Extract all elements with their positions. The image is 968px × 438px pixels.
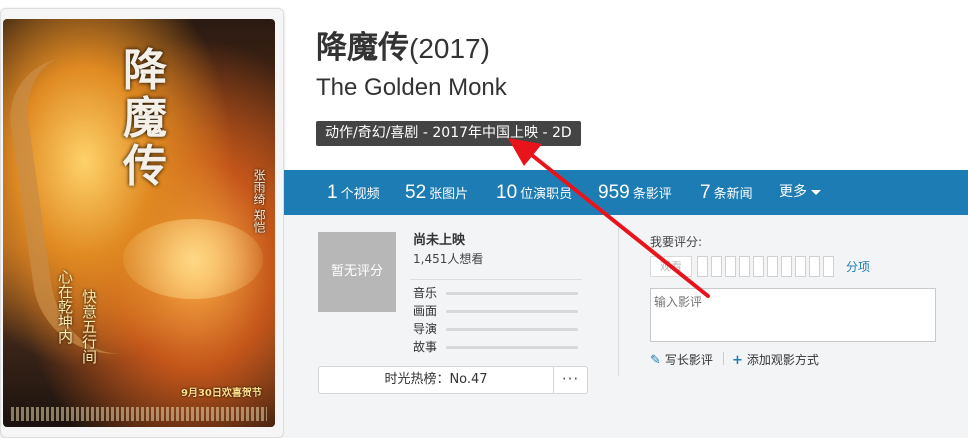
rating-star-2[interactable] (711, 256, 722, 277)
dimension-label: 画面 (413, 304, 438, 318)
add-watch-method-link[interactable]: + 添加观影方式 (732, 351, 819, 368)
write-long-review-link[interactable]: ✎ 写长影评 (650, 351, 713, 368)
action-separator (723, 352, 724, 365)
title-chinese: 降魔传 (316, 30, 409, 66)
info-navbar: 1 个视频 52 张图片 10 位演职员 959 条影评 7 条新闻 更多 (284, 170, 968, 215)
nav-cast[interactable]: 10 位演职员 (496, 170, 572, 215)
nav-photos-count: 52 (405, 182, 427, 203)
rating-score-input[interactable]: 观看 (650, 256, 692, 277)
nav-photos-label: 张图片 (429, 187, 469, 202)
nav-videos[interactable]: 1 个视频 (327, 170, 380, 215)
dimension-bar (446, 292, 578, 295)
nav-cast-count: 10 (496, 182, 518, 203)
release-status: 尚未上映 (413, 233, 466, 248)
vertical-divider (618, 228, 619, 376)
dimension-row-story: 故事 (413, 339, 581, 355)
nav-videos-count: 1 (327, 182, 338, 203)
hot-rank-button[interactable]: 时光热榜：No.47 (318, 366, 554, 394)
title-english: The Golden Monk (316, 74, 507, 101)
nav-cast-label: 位演职员 (520, 187, 573, 202)
add-watch-method-label: 添加观影方式 (746, 353, 819, 367)
rating-star-9[interactable] (809, 256, 820, 277)
plus-icon: + (732, 353, 743, 368)
nav-news[interactable]: 7 条新闻 (700, 170, 753, 215)
dimension-bar (446, 328, 578, 331)
dimension-label: 音乐 (413, 286, 438, 300)
nav-news-label: 条新闻 (713, 187, 753, 202)
nav-reviews-count: 959 (598, 182, 630, 203)
nav-more-label: 更多 (779, 184, 807, 200)
title-year: (2017) (409, 33, 490, 64)
dimension-label: 故事 (413, 340, 438, 354)
poster-credits (11, 407, 267, 421)
nav-videos-label: 个视频 (340, 187, 380, 202)
dimension-label: 导演 (413, 322, 438, 336)
genre-badge: 动作/奇幻/喜剧 - 2017年中国上映 - 2D (316, 121, 581, 146)
poster-title: 降魔传 (123, 45, 167, 192)
rating-star-8[interactable] (795, 256, 806, 277)
poster-cast: 张雨绮 郑恺 (252, 169, 266, 233)
divider (410, 279, 582, 280)
want-to-see-count: 1,451人想看 (413, 252, 484, 266)
rating-star-3[interactable] (725, 256, 736, 277)
poster-slogan-b: 快意五行间 (80, 289, 98, 364)
dimension-row-visuals: 画面 (413, 303, 581, 319)
dimension-bar (446, 310, 578, 313)
rating-star-6[interactable] (767, 256, 778, 277)
review-input[interactable] (650, 288, 936, 342)
my-rating-label: 我要评分: (650, 235, 703, 249)
poster-release-note: 9月30日欢喜贺节 (181, 388, 262, 399)
score-placeholder: 暂无评分 (318, 232, 396, 312)
nav-reviews-label: 条影评 (632, 187, 672, 202)
page-title: 降魔传(2017) (316, 22, 490, 67)
rating-star-5[interactable] (753, 256, 764, 277)
sub-score-link[interactable]: 分项 (846, 258, 870, 275)
dimension-row-director: 导演 (413, 321, 581, 337)
nav-reviews[interactable]: 959 条影评 (598, 170, 672, 215)
movie-poster[interactable]: 降魔传 张雨绮 郑恺 心在乾坤内 快意五行间 9月30日欢喜贺节 (3, 19, 275, 427)
nav-news-count: 7 (700, 182, 711, 203)
write-long-review-label: 写长影评 (664, 353, 713, 367)
nav-photos[interactable]: 52 张图片 (405, 170, 468, 215)
dimension-bar (446, 346, 578, 349)
chevron-down-icon (811, 189, 821, 195)
rating-star-7[interactable] (781, 256, 792, 277)
rating-star-4[interactable] (739, 256, 750, 277)
rating-star-10[interactable] (823, 256, 834, 277)
dimension-row-music: 音乐 (413, 285, 581, 301)
rating-star-1[interactable] (697, 256, 708, 277)
nav-more-dropdown[interactable]: 更多 (779, 170, 821, 215)
rank-more-button[interactable]: ··· (553, 366, 588, 394)
pencil-icon: ✎ (650, 353, 661, 368)
